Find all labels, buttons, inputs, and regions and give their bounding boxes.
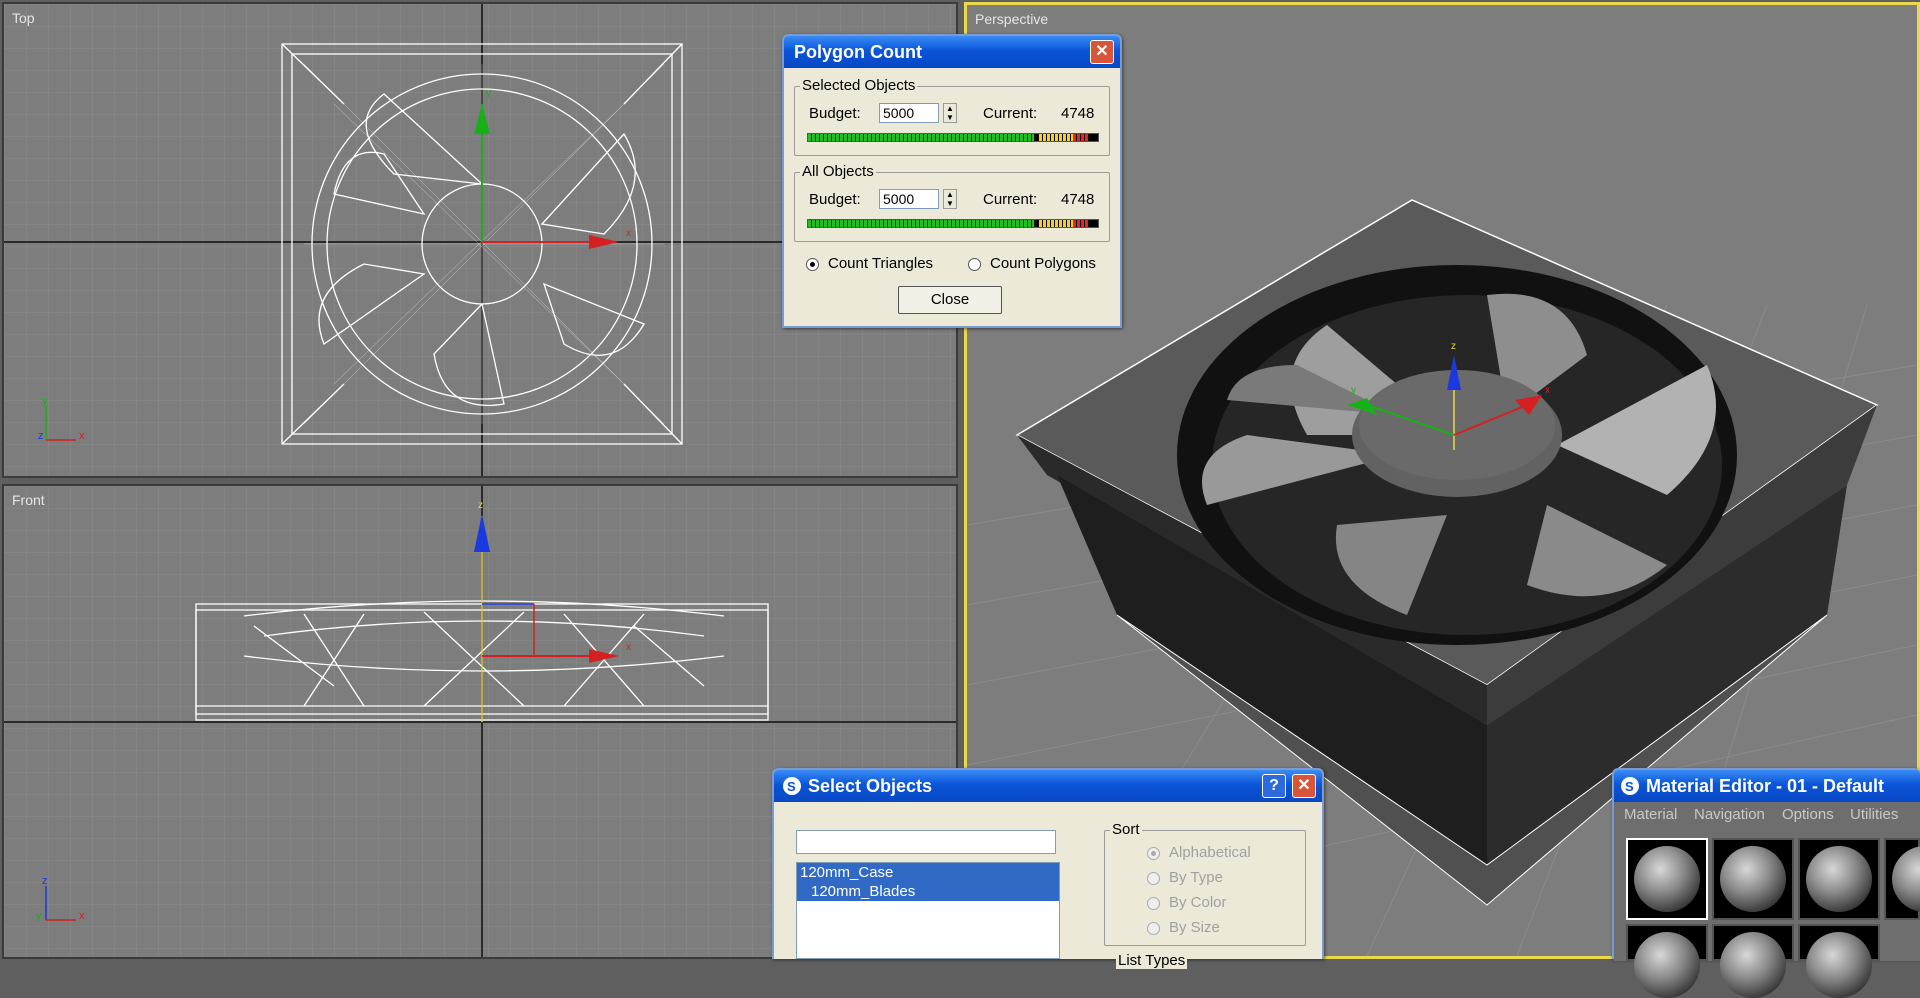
selected-budget-input[interactable] [879, 103, 939, 123]
viewport-label-front[interactable]: Front [12, 492, 45, 508]
all-budget-spinner[interactable]: ▲ ▼ [943, 189, 957, 209]
all-usage-meter [807, 219, 1099, 228]
axis-label-x: x [626, 228, 631, 239]
material-editor-titlebar[interactable]: S Material Editor - 01 - Default [1614, 770, 1920, 802]
current-label: Current: [983, 191, 1038, 208]
list-item[interactable]: 120mm_Case [797, 863, 1059, 882]
svg-text:S: S [787, 779, 796, 794]
material-slot-4[interactable] [1884, 838, 1920, 920]
sort-by-color-radio[interactable] [1147, 897, 1160, 910]
material-slot-1[interactable] [1626, 838, 1708, 920]
axis-label-z: z [478, 500, 483, 511]
selected-objects-group: Selected Objects Budget: ▲▼ Current: 474… [794, 77, 1110, 156]
list-types-title: List Types [1116, 952, 1188, 969]
svg-text:y: y [36, 910, 42, 922]
dialog-title: Select Objects [808, 776, 933, 796]
meter-limit-segment [1073, 134, 1088, 141]
selected-budget-spinner[interactable]: ▲ ▼ [943, 103, 957, 123]
count-triangles-label[interactable]: Count Triangles [828, 255, 933, 272]
material-slot-3[interactable] [1798, 838, 1880, 920]
sort-alphabetical-label[interactable]: Alphabetical [1169, 844, 1251, 861]
svg-text:z: z [1451, 341, 1456, 352]
close-icon[interactable]: ✕ [1292, 774, 1316, 798]
svg-text:x: x [626, 642, 631, 653]
all-budget-input[interactable] [879, 189, 939, 209]
viewport-label-top[interactable]: Top [12, 10, 35, 26]
object-search-input[interactable] [796, 830, 1056, 854]
group-title-all: All Objects [800, 163, 876, 180]
menu-options[interactable]: Options [1782, 806, 1834, 823]
material-editor-window: S Material Editor - 01 - Default Materia… [1612, 768, 1920, 998]
menu-navigation[interactable]: Navigation [1694, 806, 1765, 823]
all-meter-fill [808, 220, 1035, 227]
material-slot-7[interactable] [1798, 924, 1880, 998]
select-objects-dialog: S Select Objects ? ✕ 120mm_Case 120mm_Bl… [772, 768, 1324, 969]
select-objects-titlebar[interactable]: S Select Objects ? ✕ [774, 770, 1322, 802]
svg-text:S: S [1625, 779, 1634, 794]
sort-alphabetical-radio[interactable] [1147, 847, 1160, 860]
sort-by-type-radio[interactable] [1147, 872, 1160, 885]
dialog-title: Polygon Count [794, 42, 922, 62]
svg-text:z: z [42, 875, 48, 887]
sort-by-size-label[interactable]: By Size [1169, 919, 1220, 936]
svg-text:x: x [1545, 385, 1550, 396]
material-slot-2[interactable] [1712, 838, 1794, 920]
svg-text:x: x [79, 910, 85, 922]
app-logo-icon: S [782, 776, 802, 801]
all-objects-group: All Objects Budget: ▲▼ Current: 4748 [794, 163, 1110, 242]
sort-by-color-label[interactable]: By Color [1169, 894, 1227, 911]
group-title-selected: Selected Objects [800, 77, 918, 94]
polygon-count-titlebar[interactable]: Polygon Count ✕ [784, 36, 1120, 68]
3dsmax-logo-icon: S [1620, 776, 1640, 801]
material-menu-bar: Material Navigation Options Utilities [1614, 802, 1920, 828]
list-item[interactable]: 120mm_Blades [797, 882, 1059, 901]
count-polygons-label[interactable]: Count Polygons [990, 255, 1096, 272]
sort-group-title: Sort [1110, 821, 1142, 838]
meter-warning-segment [1038, 134, 1074, 141]
sample-slots [1614, 828, 1920, 998]
selected-usage-meter [807, 133, 1099, 142]
all-current-value: 4748 [1061, 191, 1095, 208]
sort-group: Sort Alphabetical By Type By Color By Si… [1104, 821, 1306, 946]
meter-limit-segment [1073, 220, 1088, 227]
axis-label-y: y [486, 88, 491, 99]
sort-by-size-radio[interactable] [1147, 922, 1160, 935]
selected-meter-fill [808, 134, 1035, 141]
budget-label: Budget: [809, 105, 861, 122]
menu-utilities[interactable]: Utilities [1850, 806, 1898, 823]
polygon-count-dialog: Polygon Count ✕ Selected Objects Budget:… [782, 34, 1122, 328]
viewport-label-perspective[interactable]: Perspective [975, 11, 1048, 27]
svg-text:x: x [79, 430, 85, 442]
object-list[interactable]: 120mm_Case 120mm_Blades [796, 862, 1060, 959]
close-button[interactable]: Close [898, 286, 1002, 314]
selected-current-value: 4748 [1061, 105, 1095, 122]
current-label: Current: [983, 105, 1038, 122]
meter-warning-segment [1038, 220, 1074, 227]
menu-material[interactable]: Material [1624, 806, 1677, 823]
help-icon[interactable]: ? [1262, 774, 1286, 798]
material-slot-5[interactable] [1626, 924, 1708, 998]
material-editor-title: Material Editor - 01 - Default [1646, 776, 1885, 796]
svg-text:z: z [38, 430, 44, 442]
close-icon[interactable]: ✕ [1090, 40, 1114, 64]
svg-text:y: y [42, 395, 48, 407]
count-polygons-radio[interactable] [968, 258, 981, 271]
sort-by-type-label[interactable]: By Type [1169, 869, 1223, 886]
svg-text:y: y [1351, 385, 1356, 396]
budget-label: Budget: [809, 191, 861, 208]
material-slot-6[interactable] [1712, 924, 1794, 998]
count-triangles-radio[interactable] [806, 258, 819, 271]
